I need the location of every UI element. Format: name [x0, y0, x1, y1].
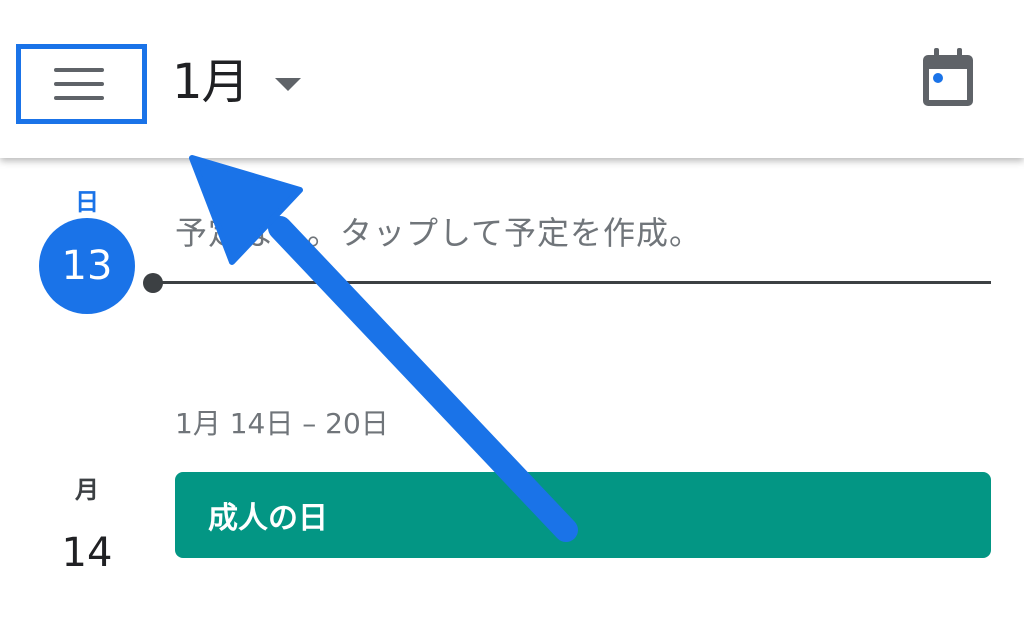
month-selector[interactable]: 1月 [172, 50, 301, 114]
hamburger-menu-icon [54, 68, 104, 102]
week-range-label: 1月 14日 – 20日 [175, 407, 389, 440]
caret-down-icon [274, 77, 301, 91]
month-title: 1月 [172, 54, 250, 110]
today-button[interactable] [920, 46, 976, 110]
event-title: 成人の日 [208, 501, 328, 536]
event-chip[interactable]: 成人の日 [175, 472, 991, 558]
today-date-badge[interactable]: 13 [39, 218, 135, 314]
weekday-label: 月 [75, 476, 99, 504]
no-events-placeholder[interactable]: 予定なし。タップして予定を作成。 [175, 208, 702, 254]
weekday-label-today: 日 [75, 188, 99, 216]
main-menu-button[interactable] [16, 44, 147, 124]
app-bar: 1月 [0, 0, 1024, 158]
current-time-line [153, 281, 991, 284]
calendar-today-icon [923, 48, 973, 106]
date-label[interactable]: 14 [40, 530, 134, 576]
